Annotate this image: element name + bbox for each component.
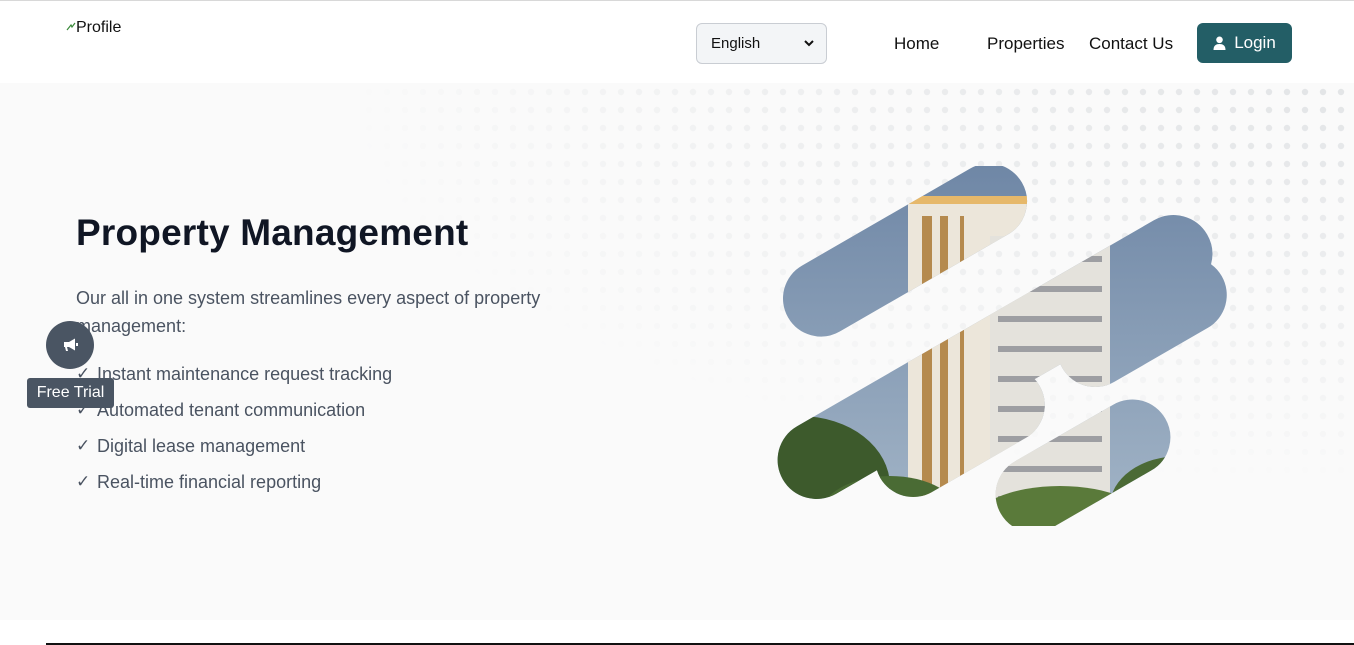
building-collage-image (763, 166, 1240, 526)
page-bottom (0, 620, 1354, 645)
nav-contact-us[interactable]: Contact Us (1089, 34, 1173, 54)
page-title: Property Management (76, 212, 469, 253)
free-trial-fab[interactable] (46, 321, 94, 369)
nav-home[interactable]: Home (894, 34, 939, 54)
site-header: Profile English Home Properties Contact … (0, 3, 1354, 83)
feature-list: ✓ Instant maintenance request tracking ✓ A… (76, 356, 392, 500)
feature-text: Real-time financial reporting (97, 471, 322, 492)
logo[interactable]: Profile (66, 19, 121, 37)
login-button[interactable]: Login (1197, 23, 1292, 63)
hero-section: Property Management Our all in one syste… (0, 83, 1354, 620)
megaphone-icon (63, 338, 78, 351)
nav-properties[interactable]: Properties (987, 34, 1064, 54)
feature-text: Digital lease management (97, 435, 306, 456)
login-label: Login (1234, 33, 1276, 52)
feature-item: ✓ Real-time financial reporting (76, 464, 392, 500)
broken-image-icon (66, 22, 76, 31)
logo-text: Profile (76, 19, 122, 36)
chevron-down-icon (804, 40, 814, 47)
user-icon (1213, 36, 1226, 50)
free-trial-label[interactable]: Free Trial (27, 378, 114, 408)
check-icon: ✓ (76, 436, 91, 455)
feature-item: ✓ Instant maintenance request tracking (76, 356, 392, 392)
feature-item: ✓ Digital lease management (76, 428, 392, 464)
feature-text: Instant maintenance request tracking (97, 363, 393, 384)
feature-item: ✓ Automated tenant communication (76, 392, 392, 428)
language-select-value: English (711, 35, 761, 52)
feature-text: Automated tenant communication (97, 399, 366, 420)
language-select[interactable]: English (696, 23, 827, 64)
check-icon: ✓ (76, 472, 91, 491)
hero-intro: Our all in one system streamlines every … (76, 288, 541, 336)
